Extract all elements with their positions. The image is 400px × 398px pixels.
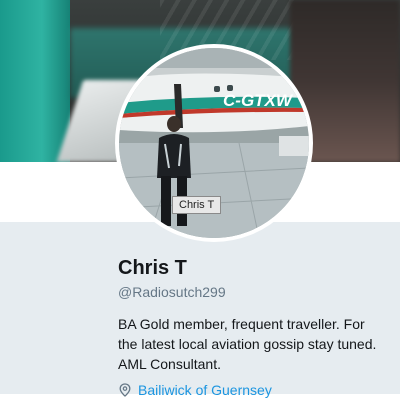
profile-location-link[interactable]: Bailiwick of Guernsey bbox=[138, 382, 272, 398]
map-pin-icon bbox=[119, 383, 131, 397]
profile-display-name[interactable]: Chris T bbox=[118, 257, 187, 280]
profile-location[interactable]: Bailiwick of Guernsey bbox=[118, 382, 272, 398]
banner-teal-wall bbox=[0, 0, 70, 162]
aircraft-registration: C-GTXW bbox=[223, 91, 294, 110]
profile-handle[interactable]: @Radiosutch299 bbox=[118, 284, 226, 300]
profile-bio: BA Gold member, frequent traveller. For … bbox=[118, 316, 377, 372]
avatar-tooltip: Chris T bbox=[172, 196, 222, 214]
